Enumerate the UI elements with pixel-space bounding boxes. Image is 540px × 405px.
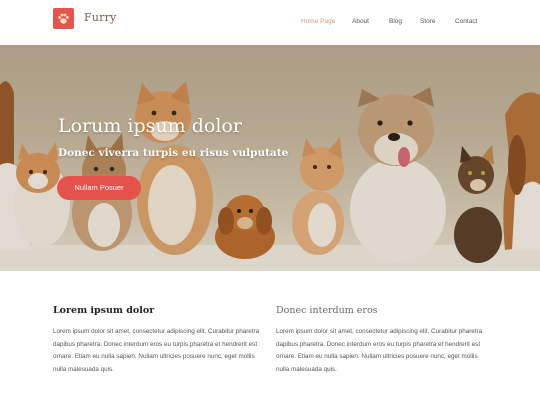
column-heading: Donec interdum eros [276, 305, 378, 316]
column-heading: Lorem ipsum dolor [53, 305, 155, 316]
site-header: Furry Home Page About Blog Store Contact [0, 0, 540, 45]
hero-banner: Lorum ipsum dolor Donec viverra turpis e… [0, 45, 540, 271]
column-body: Lorem ipsum dolor sit amet, consectetur … [53, 328, 260, 373]
content-column-right: Donec interdum eros Lorem ipsum dolor si… [276, 305, 491, 376]
column-body: Lorem ipsum dolor sit amet, consectetur … [276, 328, 483, 373]
hero-subtitle: Donec viverra turpis eu risus vulputate [58, 147, 289, 159]
main-nav: Home Page About Blog Store Contact [0, 18, 540, 30]
nav-about[interactable]: About [352, 18, 369, 25]
hero-cta-button[interactable]: Nullam Posuer [57, 176, 141, 200]
content-column-left: Lorem ipsum dolor Lorem ipsum dolor sit … [53, 305, 268, 376]
nav-blog[interactable]: Blog [389, 18, 402, 25]
nav-home-page[interactable]: Home Page [301, 18, 335, 25]
nav-store[interactable]: Store [420, 18, 436, 25]
hero-title: Lorum ipsum dolor [58, 115, 242, 137]
nav-contact[interactable]: Contact [455, 18, 477, 25]
